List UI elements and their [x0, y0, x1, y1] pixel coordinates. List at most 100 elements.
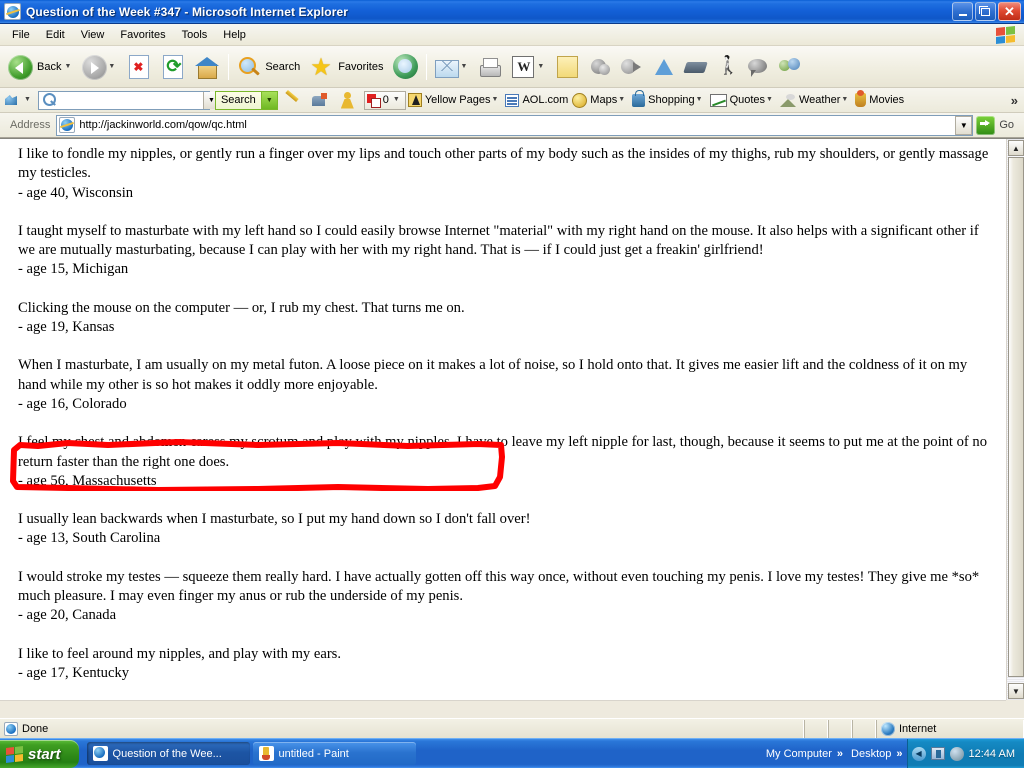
quote-paragraph: I like to feel around my nipples, and pl… — [18, 645, 996, 684]
mail-dropdown-icon[interactable]: ▼ — [460, 54, 467, 80]
search-button[interactable]: Search — [233, 49, 306, 85]
toolbar2-item-movies[interactable]: Movies — [853, 90, 906, 111]
go-button[interactable]: Go — [973, 115, 1020, 136]
toolbar2-item-aol[interactable]: AOL.com — [503, 90, 570, 111]
media-play-button[interactable] — [616, 49, 648, 85]
windows-flag-icon — [6, 745, 23, 763]
toolbar2-item-yellow-pages[interactable]: Yellow Pages ▼ — [406, 90, 504, 111]
yellow-pages-icon — [407, 93, 422, 107]
yellow-pages-dropdown-icon[interactable]: ▼ — [492, 87, 499, 113]
address-dropdown-icon[interactable]: ▼ — [955, 115, 973, 135]
quote-text: I usually lean backwards when I masturba… — [18, 511, 531, 528]
menu-tools[interactable]: Tools — [174, 27, 216, 43]
menu-file[interactable]: File — [4, 27, 38, 43]
refresh-button[interactable] — [156, 49, 190, 85]
start-button[interactable]: start — [0, 740, 79, 768]
taskbar-toolbar-my-computer[interactable]: My Computer » — [762, 748, 847, 760]
restore-icon — [979, 5, 990, 16]
quote-text: I like to feel around my nipples, and pl… — [18, 645, 342, 662]
menu-view[interactable]: View — [73, 27, 113, 43]
mail-button[interactable]: ▼ — [431, 49, 474, 85]
toolbar2-item-maps[interactable]: Maps ▼ — [570, 90, 630, 111]
encyclopedia-button[interactable] — [680, 49, 712, 85]
my-computer-overflow-icon[interactable]: » — [837, 748, 843, 760]
forward-button[interactable]: ▼ — [78, 49, 122, 85]
back-dropdown-icon[interactable]: ▼ — [64, 54, 71, 80]
search-icon — [41, 92, 57, 108]
shopping-dropdown-icon[interactable]: ▼ — [696, 87, 703, 113]
research-button[interactable] — [648, 49, 680, 85]
taskbar-item-label: Question of the Wee... — [112, 747, 222, 760]
menu-favorites[interactable]: Favorites — [112, 27, 173, 43]
print-button[interactable] — [474, 49, 506, 85]
companion-search-input[interactable] — [56, 92, 203, 108]
companion-search-box[interactable]: ▼ — [37, 90, 219, 110]
desktop-overflow-icon[interactable]: » — [896, 748, 902, 760]
research-icon — [652, 56, 676, 78]
back-label: Back — [37, 60, 62, 73]
personals-icon[interactable] — [338, 91, 358, 110]
scroll-up-icon[interactable]: ▲ — [1008, 140, 1024, 156]
favorites-button[interactable]: Favorites — [306, 49, 389, 85]
back-button[interactable]: Back ▼ — [4, 49, 78, 85]
discuss-button[interactable] — [742, 49, 774, 85]
menu-help[interactable]: Help — [215, 27, 254, 43]
toolbar2-item-weather[interactable]: Weather ▼ — [778, 90, 853, 111]
favorites-star-icon — [310, 53, 334, 82]
taskbar-item-paint[interactable]: untitled - Paint — [252, 742, 416, 765]
mail-icon — [435, 59, 460, 78]
scrollbar-thumb[interactable] — [1008, 157, 1024, 677]
toolbar2-item-shopping[interactable]: Shopping ▼ — [630, 87, 707, 113]
toolbar2-label: Shopping — [648, 94, 695, 106]
companion-search-dropdown-icon[interactable]: ▼ — [260, 91, 277, 109]
scroll-down-icon[interactable]: ▼ — [1008, 683, 1024, 699]
maps-dropdown-icon[interactable]: ▼ — [618, 87, 625, 113]
network-connection-icon[interactable] — [930, 747, 945, 760]
toolbar2-item-quotes[interactable]: Quotes ▼ — [708, 90, 778, 111]
quote-signature: - age 17, Kentucky — [18, 664, 130, 681]
popup-blocker-dropdown-icon[interactable]: ▼ — [393, 87, 400, 113]
menu-edit[interactable]: Edit — [38, 27, 73, 43]
weather-dropdown-icon[interactable]: ▼ — [841, 87, 848, 113]
taskbar-toolbar-desktop[interactable]: Desktop » — [847, 748, 906, 760]
favorites-label: Favorites — [338, 60, 384, 73]
companion-dropdown-icon[interactable]: ▼ — [24, 87, 31, 113]
taskbar-item-browser[interactable]: Question of the Wee... — [86, 742, 250, 765]
edit-with-word-button[interactable]: ▼ — [506, 49, 551, 85]
minimize-button[interactable] — [952, 2, 973, 21]
quotes-dropdown-icon[interactable]: ▼ — [766, 87, 773, 113]
security-zone-pane[interactable]: Internet — [876, 719, 1024, 738]
forward-dropdown-icon[interactable]: ▼ — [108, 54, 115, 80]
volume-icon[interactable] — [949, 746, 964, 761]
restore-button[interactable] — [975, 2, 996, 21]
status-pane-1 — [804, 719, 828, 738]
companion-logo-icon[interactable] — [3, 91, 23, 109]
mailbox-icon[interactable] — [310, 91, 330, 110]
popup-blocker-icon — [366, 93, 381, 108]
security-zone-text: Internet — [899, 722, 937, 735]
clock-text[interactable]: 12:44 AM — [969, 748, 1015, 760]
quote-signature: - age 15, Michigan — [18, 261, 129, 278]
show-hidden-icons-icon[interactable]: ◀ — [911, 746, 926, 761]
stop-button[interactable] — [122, 49, 156, 85]
popup-blocker-counter[interactable]: 0 ▼ — [363, 90, 406, 110]
people-button[interactable] — [774, 49, 806, 85]
aol-icon — [505, 93, 520, 107]
notification-area: ◀ 12:44 AM — [906, 738, 1024, 768]
home-button[interactable] — [190, 49, 224, 85]
companion-search-button[interactable]: Search ▼ — [214, 90, 278, 110]
address-input[interactable]: http://jackinworld.com/qow/qc.html ▼ — [56, 114, 974, 136]
notes-button[interactable] — [551, 49, 584, 85]
toolbar-overflow-icon[interactable]: » — [1011, 93, 1018, 108]
media-button[interactable] — [389, 49, 422, 85]
status-bar: Done Internet — [0, 718, 1024, 738]
popup-blocker-count: 0 — [382, 94, 389, 106]
word-dropdown-icon[interactable]: ▼ — [537, 54, 544, 80]
status-pane-3 — [852, 719, 876, 738]
close-button[interactable]: ✕ — [998, 2, 1021, 21]
messenger-button[interactable] — [584, 49, 616, 85]
vertical-scrollbar[interactable]: ▲ ▼ — [1006, 139, 1024, 700]
highlight-pencil-icon[interactable] — [282, 91, 302, 110]
walk-button[interactable] — [712, 49, 742, 85]
quote-paragraph: I like to fondle my nipples, or gently r… — [18, 145, 996, 203]
